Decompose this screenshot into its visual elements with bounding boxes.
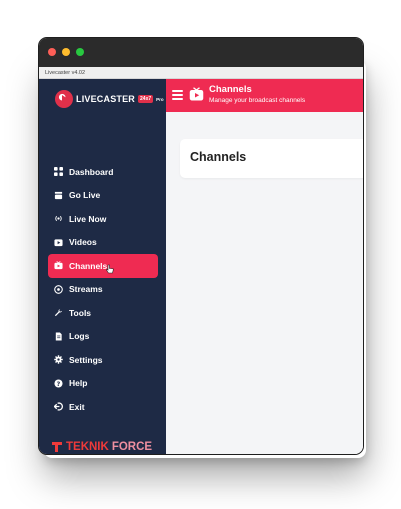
- menu-toggle-icon[interactable]: [172, 90, 183, 102]
- maximize-window-button[interactable]: [76, 48, 84, 56]
- tv-channel-icon: [189, 87, 204, 101]
- header-subtitle: Manage your broadcast channels: [209, 97, 306, 104]
- logo-badge: 24x7: [138, 95, 154, 103]
- logo-play-icon: [55, 90, 73, 108]
- sidebar-item-tools[interactable]: Tools: [48, 301, 158, 325]
- sidebar-item-settings[interactable]: Settings: [48, 348, 158, 372]
- logo-tier: Pro: [156, 96, 164, 102]
- sidebar-item-label: Settings: [69, 354, 103, 365]
- traffic-lights: [48, 48, 84, 56]
- sidebar-item-videos[interactable]: Videos: [48, 231, 158, 255]
- sidebar-item-logs[interactable]: Logs: [48, 325, 158, 349]
- sidebar-item-label: Exit: [69, 401, 85, 412]
- logo-name: LIVECASTER: [76, 94, 136, 104]
- sidebar-item-help[interactable]: ? Help: [48, 372, 158, 396]
- header-title: Channels: [209, 84, 252, 95]
- sidebar-item-streams[interactable]: Streams: [48, 278, 158, 302]
- tv-channel-icon: [54, 261, 63, 270]
- brand-logo-icon: [52, 442, 62, 452]
- brand-footer: TEKNIK FORCE: [51, 441, 152, 453]
- streams-icon: [54, 284, 63, 294]
- close-window-button[interactable]: [48, 48, 56, 56]
- sidebar: LIVECASTER 24x7 Pro Dashboard Go Live Li…: [39, 79, 166, 454]
- broadcast-camera-icon: [54, 191, 63, 200]
- minimize-window-button[interactable]: [62, 48, 70, 56]
- sidebar-item-label: Help: [69, 378, 88, 389]
- sidebar-item-exit[interactable]: Exit: [48, 395, 158, 419]
- logs-icon: [54, 332, 63, 341]
- page-header: Channels Manage your broadcast channels: [166, 79, 363, 112]
- brand-name-part1: TEKNIK: [66, 441, 109, 453]
- sidebar-item-label: Dashboard: [69, 166, 114, 177]
- sidebar-item-label: Videos: [69, 237, 97, 248]
- channels-card: Channels: [180, 139, 363, 178]
- mac-title-bar: [39, 38, 363, 67]
- sidebar-item-label: Logs: [69, 331, 90, 342]
- sidebar-item-live-now[interactable]: Live Now: [48, 207, 158, 231]
- window-title: Livecaster v4.02: [39, 67, 363, 79]
- sidebar-item-label: Live Now: [69, 213, 107, 224]
- page-title: Channels: [190, 150, 247, 164]
- sidebar-item-label: Tools: [69, 307, 92, 318]
- tools-icon: [54, 308, 63, 317]
- sidebar-item-label: Channels: [69, 260, 108, 271]
- gear-icon: [54, 355, 63, 364]
- video-icon: [54, 238, 63, 247]
- sidebar-item-label: Go Live: [69, 190, 101, 201]
- exit-icon: [54, 402, 63, 411]
- sidebar-nav: Dashboard Go Live Live Now Videos Channe…: [48, 160, 158, 419]
- sidebar-item-channels[interactable]: Channels: [48, 254, 158, 278]
- sidebar-item-dashboard[interactable]: Dashboard: [48, 160, 158, 184]
- svg-text:?: ?: [57, 381, 61, 388]
- app-logo: LIVECASTER 24x7 Pro: [55, 90, 164, 108]
- main-content: Channels: [166, 112, 363, 454]
- help-icon: ?: [54, 379, 63, 388]
- sidebar-item-label: Streams: [69, 284, 103, 295]
- sidebar-item-go-live[interactable]: Go Live: [48, 184, 158, 208]
- hand-cursor-icon: [106, 264, 114, 274]
- dashboard-icon: [54, 167, 63, 177]
- brand-name-part2: FORCE: [111, 441, 153, 453]
- app-window: Livecaster v4.02 LIVECASTER 24x7 Pro Das…: [38, 37, 364, 455]
- live-signal-icon: [54, 214, 63, 223]
